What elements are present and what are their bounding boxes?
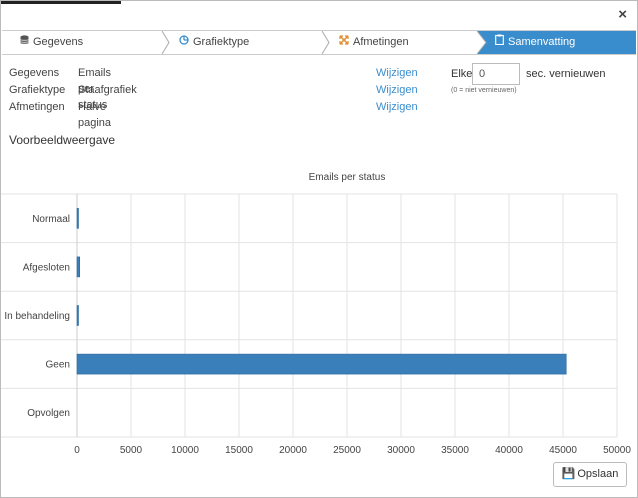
x-tick-label: 30000 [387, 445, 415, 456]
x-tick-label: 15000 [225, 445, 253, 456]
summary-key: Grafiektype [9, 84, 66, 96]
summary-key: Afmetingen [9, 101, 65, 113]
x-tick-label: 35000 [441, 445, 469, 456]
chart-title: Emails per status [309, 172, 386, 183]
bar-chart: Emails per status Normaal Afgesloten In beh… [1, 172, 631, 456]
change-chart-type-link[interactable]: Wijzigen [376, 82, 418, 98]
preview-title: Voorbeeldweergave [9, 133, 116, 147]
pie-chart-icon [178, 31, 190, 54]
step-samenvatting[interactable]: Samenvatting [477, 31, 636, 54]
chart-wizard-dialog: × Gegevens Grafiektype Afmetingen Samenv… [0, 0, 638, 498]
header-accent [1, 1, 121, 4]
step-label: Samenvatting [508, 36, 576, 48]
resize-arrows-icon [338, 31, 350, 54]
step-separator [477, 31, 487, 54]
bar [76, 353, 567, 375]
clipboard-icon [493, 31, 505, 54]
category-label: In behandeling [4, 311, 70, 322]
refresh-suffix: sec. vernieuwen [526, 68, 606, 80]
bar [76, 207, 79, 229]
database-icon [18, 31, 30, 54]
save-button[interactable]: 💾 Opslaan [553, 462, 627, 487]
step-label: Afmetingen [353, 36, 409, 48]
refresh-hint: (0 = niet vernieuwen) [451, 87, 517, 94]
x-tick-label: 25000 [333, 445, 361, 456]
wizard-steps: Gegevens Grafiektype Afmetingen Samenvat… [2, 30, 636, 55]
step-afmetingen[interactable]: Afmetingen [322, 31, 477, 54]
save-label: Opslaan [577, 468, 619, 480]
bar [76, 256, 81, 278]
x-tick-label: 40000 [495, 445, 523, 456]
step-grafiektype[interactable]: Grafiektype [162, 31, 322, 54]
refresh-interval-input[interactable] [472, 63, 520, 85]
step-label: Gegevens [33, 36, 84, 48]
dialog-header: × [1, 1, 638, 29]
change-dimensions-link[interactable]: Wijzigen [376, 99, 418, 115]
x-tick-label: 45000 [549, 445, 577, 456]
x-tick-label: 10000 [171, 445, 199, 456]
step-label: Grafiektype [193, 36, 250, 48]
change-data-link[interactable]: Wijzigen [376, 65, 418, 81]
category-label: Geen [46, 360, 70, 371]
summary-key: Gegevens [9, 67, 60, 79]
x-tick-label: 0 [74, 445, 80, 456]
save-icon: 💾 [561, 468, 576, 480]
category-label: Normaal [32, 214, 70, 225]
x-tick-label: 50000 [603, 445, 631, 456]
category-label: Afgesloten [23, 262, 70, 273]
summary-value: Halve pagina [78, 101, 112, 129]
step-gegevens[interactable]: Gegevens [2, 31, 162, 54]
category-label: Opvolgen [27, 408, 70, 419]
refresh-prefix: Elke [451, 68, 473, 80]
close-icon[interactable]: × [618, 7, 627, 23]
bar [76, 305, 79, 326]
x-tick-label: 5000 [120, 445, 143, 456]
summary-value: Staafgrafiek [78, 84, 137, 96]
x-tick-label: 20000 [279, 445, 307, 456]
